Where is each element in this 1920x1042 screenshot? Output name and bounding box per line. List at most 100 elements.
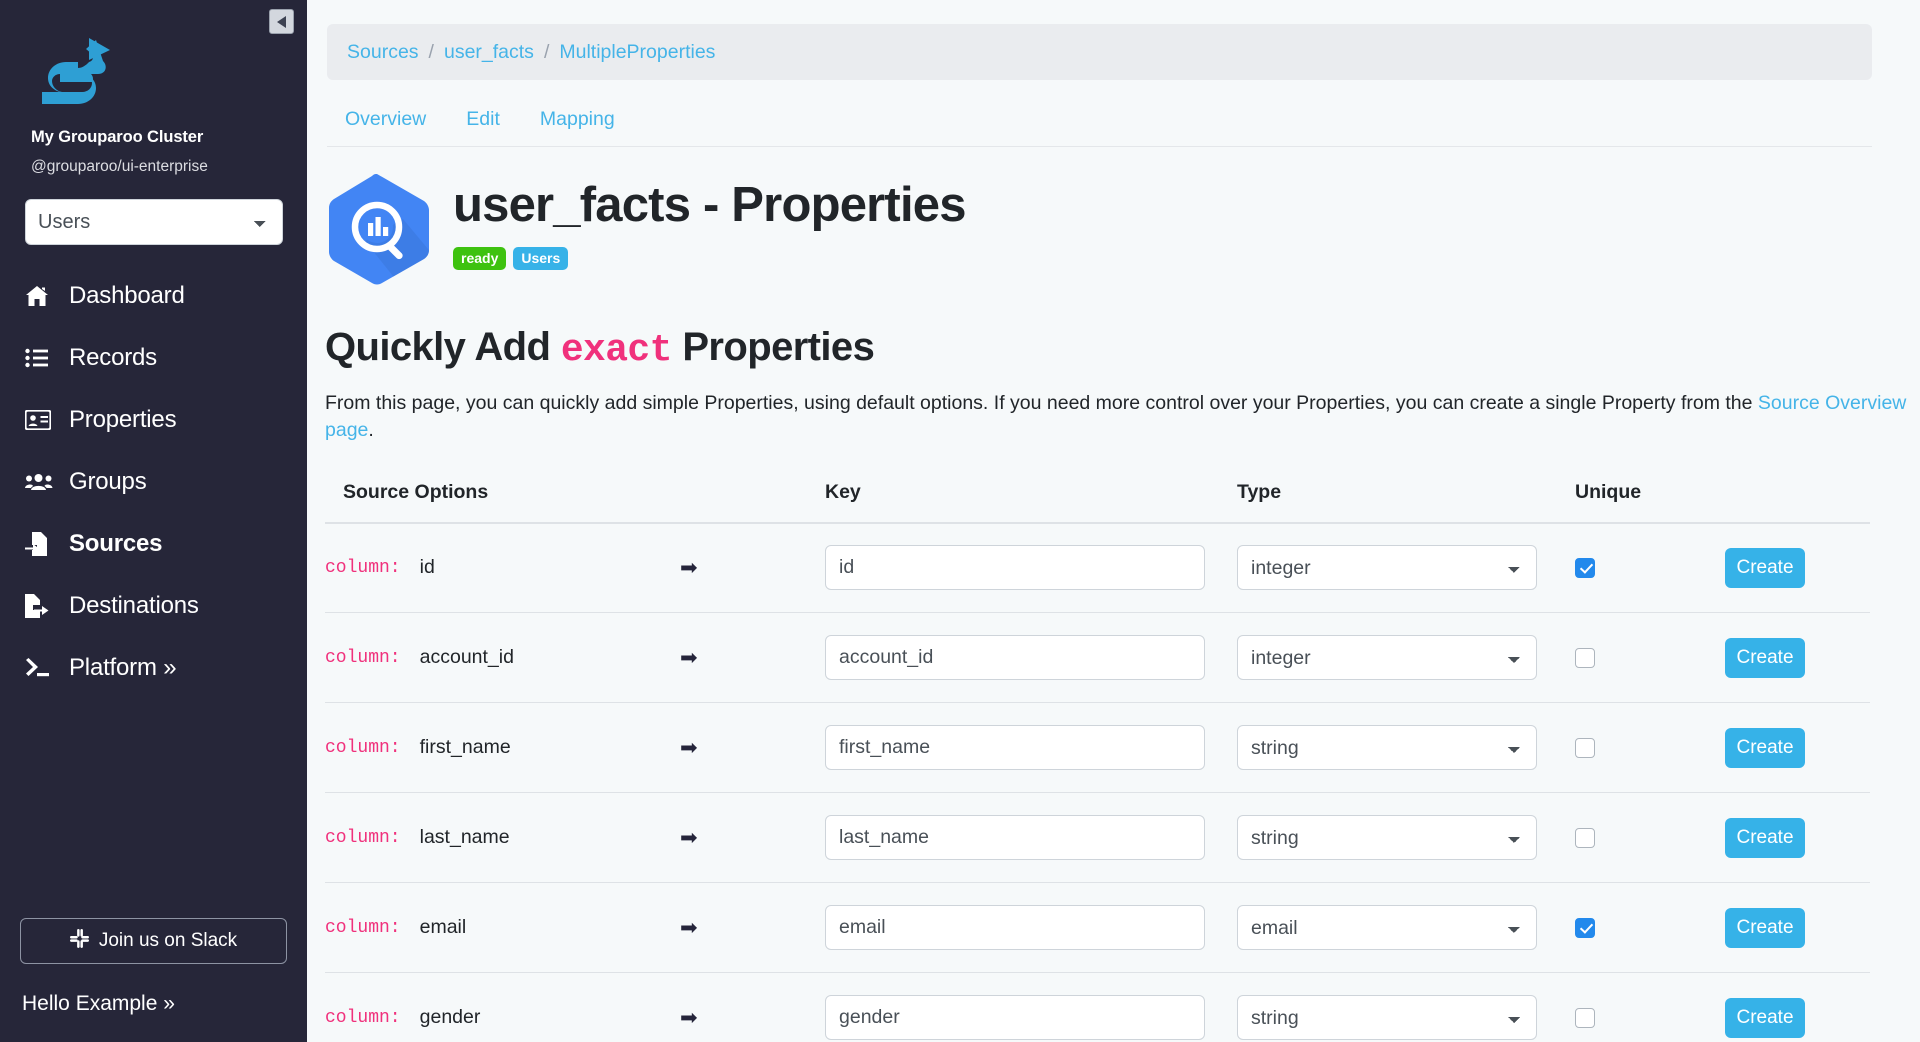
home-icon (25, 285, 55, 307)
type-select[interactable]: integerstringemailfloatbooleandate (1237, 725, 1537, 771)
sidebar-item-groups[interactable]: Groups (0, 451, 307, 513)
source-option-value: id (419, 556, 435, 579)
grouparoo-logo-icon (34, 38, 112, 106)
table-row: column: email ➡ integerstringemailfloatbool… (325, 882, 1870, 974)
list-icon (25, 348, 55, 368)
cell-key (825, 973, 1237, 1042)
arrow-right-icon: ➡ (680, 916, 698, 940)
breadcrumb-item-user-facts[interactable]: user_facts (444, 41, 534, 64)
bigquery-logo-icon (325, 171, 435, 289)
tab-mapping[interactable]: Mapping (520, 100, 635, 146)
key-input[interactable] (825, 815, 1205, 861)
status-badge-ready: ready (453, 246, 507, 270)
table-row: column: id ➡ integerstringemailfloatboolean… (325, 522, 1870, 614)
terminal-icon (25, 658, 55, 678)
file-import-icon (25, 532, 55, 556)
unique-checkbox[interactable] (1575, 827, 1595, 848)
unique-checkbox[interactable] (1575, 1007, 1595, 1028)
type-select[interactable]: integerstringemailfloatbooleandate (1237, 545, 1537, 591)
source-option-value: first_name (419, 736, 511, 759)
join-slack-button[interactable]: Join us on Slack (20, 918, 287, 964)
cell-source-options: column: email ➡ (325, 882, 825, 974)
type-select[interactable]: integerstringemailfloatbooleandate (1237, 635, 1537, 681)
breadcrumb-item-multipleproperties[interactable]: MultipleProperties (559, 41, 715, 64)
page-title-block: user_facts - Properties ready Users (453, 178, 966, 270)
cell-type: integerstringemailfloatbooleandate (1237, 702, 1575, 794)
type-select[interactable]: integerstringemailfloatbooleandate (1237, 815, 1537, 861)
key-input[interactable] (825, 905, 1205, 951)
cell-unique (1575, 882, 1725, 974)
table-row: column: first_name ➡ integerstringemailfloa… (325, 702, 1870, 794)
sidebar-item-properties[interactable]: Properties (0, 389, 307, 451)
source-option-value: email (419, 916, 467, 939)
cell-key (825, 612, 1237, 704)
cell-action: Create (1725, 973, 1870, 1042)
sidebar-item-destinations[interactable]: Destinations (0, 575, 307, 637)
section-heading: Quickly Add exact Properties (325, 325, 1920, 372)
cell-unique (1575, 973, 1725, 1042)
create-button[interactable]: Create (1725, 817, 1805, 858)
unique-checkbox[interactable] (1575, 737, 1595, 758)
arrow-right-icon: ➡ (680, 1006, 698, 1030)
source-option-key: column: (325, 557, 401, 578)
create-button[interactable]: Create (1725, 637, 1805, 678)
cell-unique (1575, 702, 1725, 794)
sidebar-item-label: Dashboard (69, 282, 185, 309)
id-card-icon (25, 410, 55, 430)
unique-checkbox[interactable] (1575, 917, 1595, 938)
create-button[interactable]: Create (1725, 997, 1805, 1038)
cell-unique (1575, 612, 1725, 704)
type-select[interactable]: integerstringemailfloatbooleandate (1237, 905, 1537, 951)
model-select[interactable]: Users (25, 199, 283, 245)
status-badge-model: Users (513, 246, 569, 270)
arrow-right-icon: ➡ (680, 736, 698, 760)
tab-edit[interactable]: Edit (446, 100, 520, 146)
key-input[interactable] (825, 725, 1205, 771)
cell-action: Create (1725, 702, 1870, 794)
account-link[interactable]: Hello Example » (22, 992, 175, 1016)
key-input[interactable] (825, 545, 1205, 591)
create-button[interactable]: Create (1725, 727, 1805, 768)
cell-type: integerstringemailfloatbooleandate (1237, 612, 1575, 704)
table-row: column: gender ➡ integerstringemailfloatboo… (325, 973, 1870, 1042)
key-input[interactable] (825, 635, 1205, 681)
key-input[interactable] (825, 995, 1205, 1041)
create-button[interactable]: Create (1725, 547, 1805, 588)
slack-icon (69, 928, 89, 954)
file-export-icon (25, 594, 55, 618)
sidebar-item-platform[interactable]: Platform » (0, 637, 307, 699)
cell-type: integerstringemailfloatbooleandate (1237, 973, 1575, 1042)
properties-table: Source Options Key Type Unique column: id… (325, 470, 1870, 1042)
breadcrumb-item-sources[interactable]: Sources (347, 41, 419, 64)
sidebar-item-label: Platform » (69, 654, 177, 681)
unique-checkbox[interactable] (1575, 557, 1595, 578)
cell-type: integerstringemailfloatbooleandate (1237, 522, 1575, 614)
breadcrumb-separator: / (428, 40, 434, 63)
table-head: Source Options Key Type Unique (325, 470, 1870, 524)
column-header-key: Key (825, 470, 1237, 524)
column-header-action (1725, 470, 1870, 524)
sidebar-item-records[interactable]: Records (0, 327, 307, 389)
collapse-sidebar-button[interactable] (269, 9, 294, 34)
source-option-value: gender (419, 1006, 481, 1029)
cell-key (825, 702, 1237, 794)
arrow-right-icon: ➡ (680, 646, 698, 670)
cell-unique (1575, 792, 1725, 884)
sidebar-item-dashboard[interactable]: Dashboard (0, 265, 307, 327)
table-body: column: id ➡ integerstringemailfloatboolean… (325, 522, 1870, 1042)
tab-overview[interactable]: Overview (327, 100, 446, 146)
sidebar-item-label: Groups (69, 468, 147, 495)
sidebar-item-sources[interactable]: Sources (0, 513, 307, 575)
unique-checkbox[interactable] (1575, 647, 1595, 668)
section-heading-accent: exact (560, 329, 673, 372)
type-select[interactable]: integerstringemailfloatbooleandate (1237, 995, 1537, 1041)
main-content: Sources / user_facts / MultiplePropertie… (307, 0, 1920, 1042)
section-heading-pre: Quickly Add (325, 325, 561, 369)
source-option-key: column: (325, 827, 401, 848)
cell-key (825, 792, 1237, 884)
create-button[interactable]: Create (1725, 907, 1805, 948)
cell-action: Create (1725, 522, 1870, 614)
sidebar-item-label: Records (69, 344, 157, 371)
model-select-wrapper: Users (25, 199, 307, 245)
column-header-source-options: Source Options (325, 470, 825, 524)
